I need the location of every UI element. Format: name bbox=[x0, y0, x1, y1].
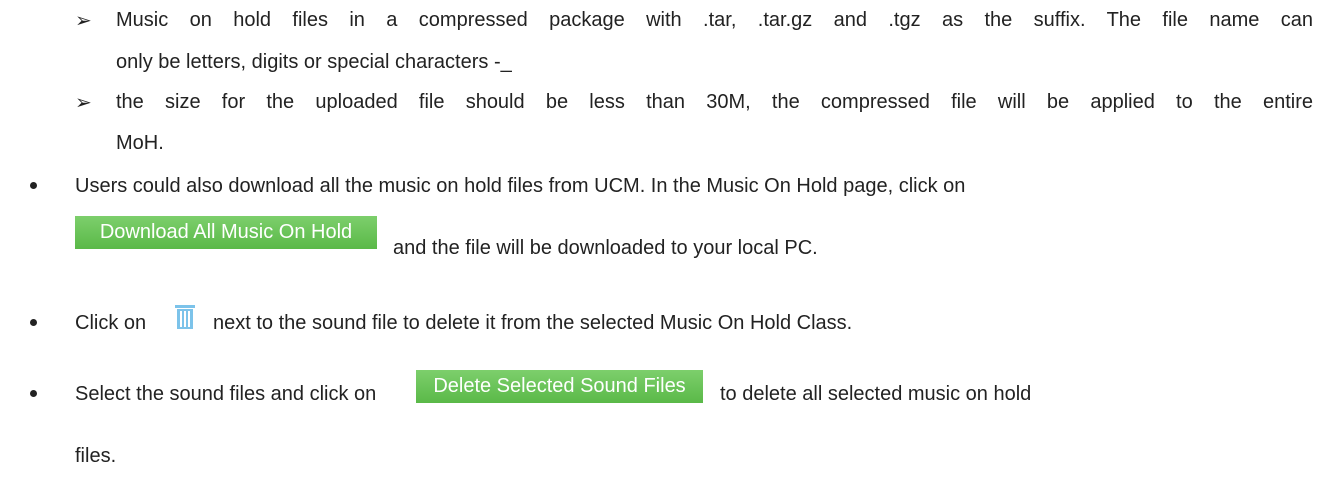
sub-item-1-line-2: only be letters, digits or special chara… bbox=[116, 51, 512, 73]
bullet-icon bbox=[30, 319, 37, 326]
sub-item-2-line-1: the size for the uploaded file should be… bbox=[116, 91, 1313, 113]
download-intro-text: Users could also download all the music … bbox=[75, 175, 966, 197]
download-all-moh-button[interactable]: Download All Music On Hold bbox=[75, 216, 377, 249]
download-outro-text: and the file will be downloaded to your … bbox=[393, 237, 818, 259]
delete-selected-sound-files-button[interactable]: Delete Selected Sound Files bbox=[416, 370, 703, 403]
trash-icon[interactable] bbox=[174, 305, 196, 329]
sub-item-2-line-2: MoH. bbox=[116, 132, 164, 154]
delete-intro-text: Click on bbox=[75, 312, 147, 334]
arrow-bullet-icon: ➢ bbox=[75, 90, 92, 114]
delete-selected-intro-text: Select the sound files and click on bbox=[75, 383, 377, 405]
delete-selected-line-2: files. bbox=[75, 445, 117, 467]
sub-item-1-line-1: Music on hold files in a compressed pack… bbox=[116, 9, 1313, 31]
delete-selected-outro-text: to delete all selected music on hold bbox=[720, 383, 1032, 405]
arrow-bullet-icon: ➢ bbox=[75, 8, 92, 32]
delete-outro-text: next to the sound file to delete it from… bbox=[213, 312, 853, 334]
bullet-icon bbox=[30, 390, 37, 397]
bullet-icon bbox=[30, 182, 37, 189]
